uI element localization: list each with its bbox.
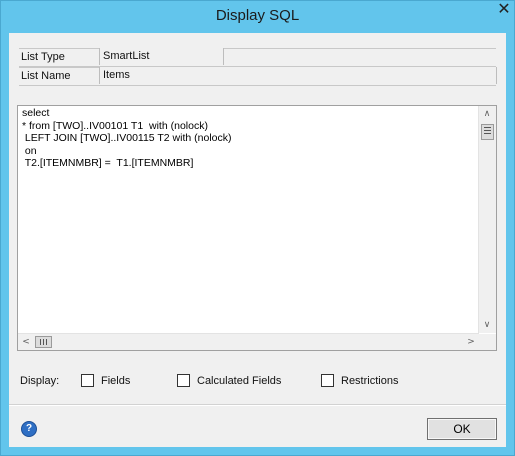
vertical-scrollbar[interactable]: ∧ ∨ — [478, 106, 496, 333]
horizontal-scroll-thumb[interactable] — [35, 336, 52, 348]
dialog-body: List Type SmartList List Name Items sele… — [9, 33, 506, 447]
title-bar: Display SQL ✕ — [1, 1, 514, 33]
window-title: Display SQL — [215, 7, 300, 24]
list-name-label: List Name — [21, 70, 71, 82]
calculated-fields-checkbox-label[interactable]: Calculated Fields — [197, 374, 281, 388]
scroll-left-icon[interactable]: < — [18, 334, 34, 350]
scroll-right-icon[interactable]: > — [463, 334, 479, 350]
list-type-row: List Type SmartList — [19, 48, 496, 67]
sql-text-area[interactable]: select * from [TWO]..IV00101 T1 with (no… — [17, 105, 497, 351]
scrollbar-corner — [479, 334, 496, 350]
close-button[interactable]: ✕ — [495, 1, 513, 19]
ok-button[interactable]: OK — [427, 418, 497, 440]
display-options: Display: Fields Calculated Fields Restri… — [20, 374, 500, 388]
list-name-value: Items — [99, 67, 497, 84]
list-type-value: SmartList — [99, 48, 224, 65]
help-icon[interactable]: ? — [21, 421, 37, 437]
fields-checkbox[interactable] — [81, 374, 94, 387]
scroll-down-icon[interactable]: ∨ — [479, 317, 495, 333]
list-name-row: List Name Items — [19, 67, 497, 86]
restrictions-checkbox-label[interactable]: Restrictions — [341, 374, 398, 388]
calculated-fields-checkbox[interactable] — [177, 374, 190, 387]
sql-text[interactable]: select * from [TWO]..IV00101 T1 with (no… — [22, 107, 477, 335]
fields-checkbox-label[interactable]: Fields — [101, 374, 130, 388]
display-label: Display: — [20, 375, 60, 387]
list-type-label: List Type — [21, 51, 65, 63]
display-sql-window: Display SQL ✕ List Type SmartList List N… — [0, 0, 515, 456]
scroll-up-icon[interactable]: ∧ — [479, 106, 495, 122]
horizontal-scrollbar[interactable]: < > — [18, 333, 479, 350]
restrictions-checkbox[interactable] — [321, 374, 334, 387]
vertical-scroll-thumb[interactable] — [481, 124, 494, 140]
footer-divider — [9, 404, 506, 406]
